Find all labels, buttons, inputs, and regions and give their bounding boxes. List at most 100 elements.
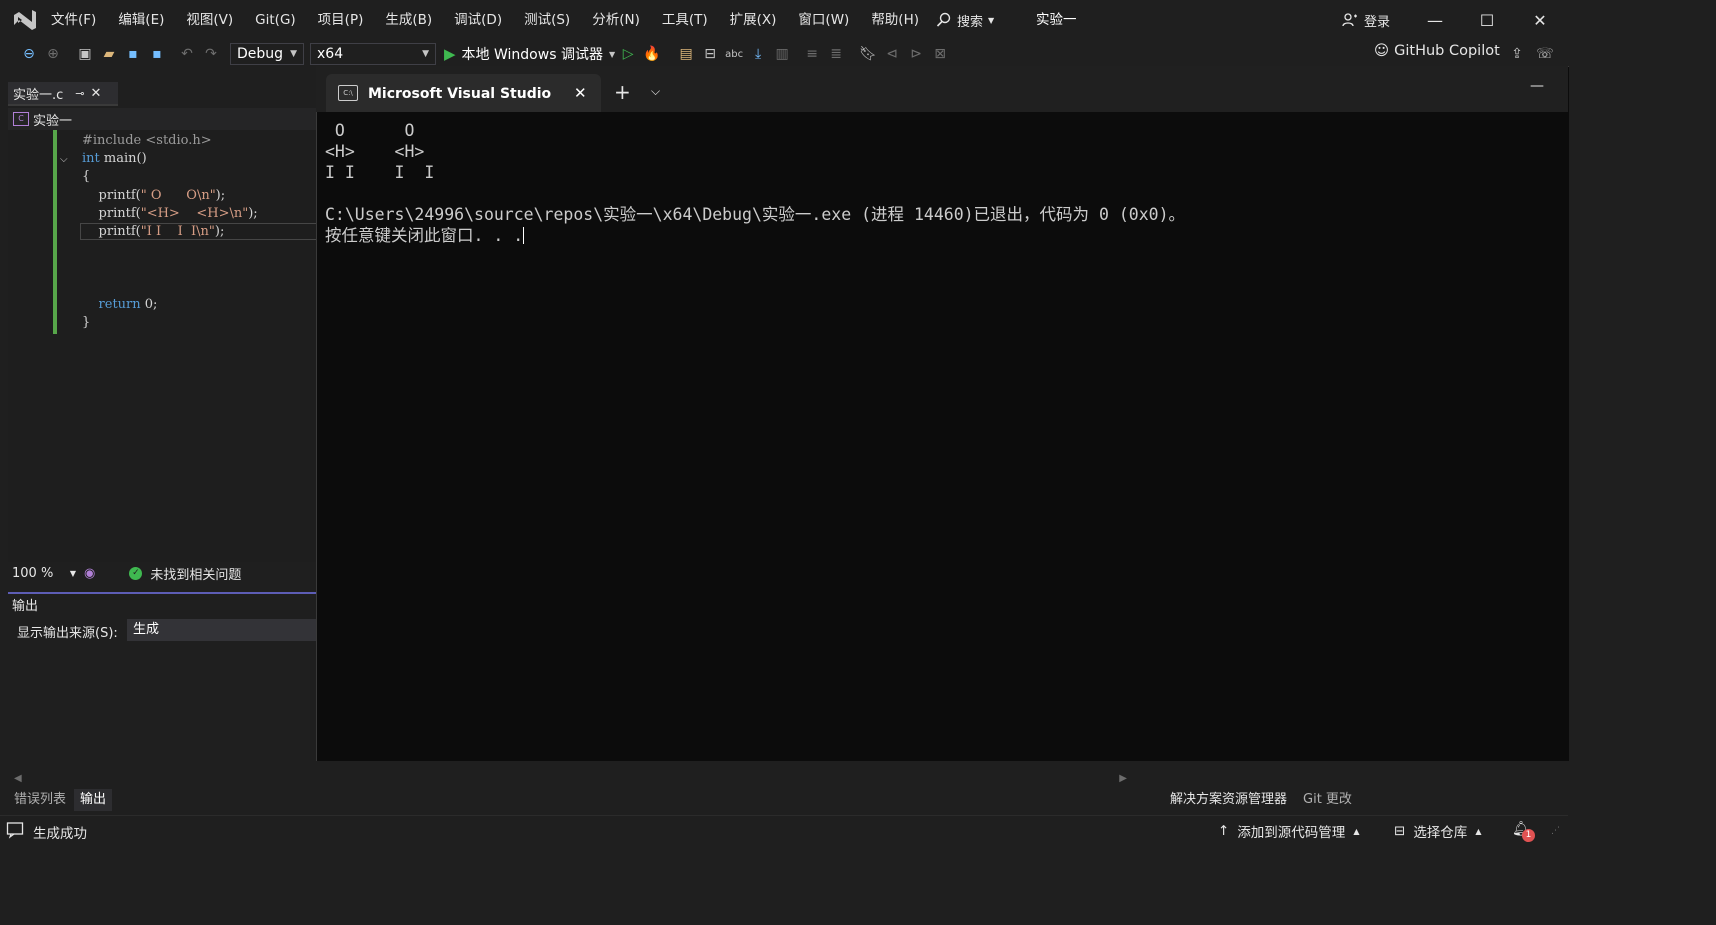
code-line-10: 0; xyxy=(140,296,158,312)
notifications-button[interactable]: 🔔︎ 1 xyxy=(1512,821,1536,842)
text-cursor xyxy=(523,227,525,244)
bookmark-icon[interactable]: 🔖︎ xyxy=(857,43,879,65)
start-without-debugging-icon[interactable]: ▷ xyxy=(617,43,639,65)
output-source-label: 显示输出来源(S): xyxy=(17,626,118,641)
configuration-select[interactable]: Debug ▼ xyxy=(230,43,304,65)
platform-select[interactable]: x64 ▼ xyxy=(310,43,436,65)
chevron-down-icon: ▼ xyxy=(988,15,995,25)
repository-label: 选择仓库 xyxy=(1413,825,1468,841)
menu-extensions[interactable]: 扩展(X) xyxy=(719,0,788,40)
output-horizontal-scrollbar[interactable]: ◀ ▶ xyxy=(8,770,1133,786)
menu-file[interactable]: 文件(F) xyxy=(40,0,107,40)
code-end: ); xyxy=(248,205,258,221)
tab-solution-explorer[interactable]: 解决方案资源管理器 xyxy=(1164,789,1293,811)
output-window-icon[interactable] xyxy=(6,821,24,839)
console-minimize-button[interactable]: — xyxy=(1530,78,1544,94)
scroll-right-icon[interactable]: ▶ xyxy=(1119,773,1127,784)
chevron-down-icon: ▼ xyxy=(290,49,297,59)
prev-bookmark-icon[interactable]: ⊲ xyxy=(881,43,903,65)
share-icon[interactable]: ⇪ xyxy=(1506,43,1528,65)
save-icon[interactable]: ▪ xyxy=(122,43,144,65)
issues-status[interactable]: 未找到相关问题 xyxy=(150,564,241,583)
fold-icon[interactable]: ⌵ xyxy=(60,154,68,165)
editor-navigation-bar[interactable]: C 实验一 xyxy=(8,108,321,130)
redo-icon[interactable]: ↷ xyxy=(200,43,222,65)
indent-icon[interactable]: ≡ xyxy=(801,43,823,65)
menu-tools[interactable]: 工具(T) xyxy=(651,0,719,40)
close-icon: ✕ xyxy=(1533,10,1547,30)
code-editor[interactable]: ⌵ #include <stdio.h> int main() { printf… xyxy=(8,130,316,562)
code-keyword: return xyxy=(98,296,141,312)
close-icon[interactable]: ✕ xyxy=(574,84,587,102)
tab-error-list[interactable]: 错误列表 xyxy=(8,789,72,811)
chevron-up-icon: ▲ xyxy=(1353,826,1360,836)
menu-git[interactable]: Git(G) xyxy=(244,0,307,40)
code-string: " O O\n" xyxy=(140,187,216,203)
undo-icon[interactable]: ↶ xyxy=(176,43,198,65)
feedback-icon[interactable]: ☏ xyxy=(1534,43,1556,65)
document-tab[interactable]: 实验一.c ⊸ ✕ xyxy=(8,82,118,106)
maximize-button[interactable]: ☐ xyxy=(1461,0,1513,40)
search-icon xyxy=(936,12,952,28)
menu-test[interactable]: 测试(S) xyxy=(513,0,581,40)
minimize-button[interactable]: — xyxy=(1409,0,1461,40)
tab-output[interactable]: 输出 xyxy=(74,789,113,811)
start-debugging-button[interactable]: ▶ 本地 Windows 调试器 ▼ xyxy=(444,44,615,64)
tab-git-changes[interactable]: Git 更改 xyxy=(1297,789,1358,811)
menu-help[interactable]: 帮助(H) xyxy=(860,0,930,40)
close-button[interactable]: ✕ xyxy=(1514,0,1566,40)
select-repository-button[interactable]: ⊟ 选择仓库 ▲ xyxy=(1394,821,1481,841)
minimize-icon: — xyxy=(1427,10,1443,30)
search-button[interactable]: 搜索 ▼ xyxy=(936,8,994,32)
chevron-up-icon: ▲ xyxy=(1475,826,1482,836)
menu-view[interactable]: 视图(V) xyxy=(175,0,244,40)
hot-reload-icon[interactable]: 🔥 xyxy=(641,43,663,65)
copilot-icon[interactable]: ◉ xyxy=(84,566,95,581)
breakpoint-icon[interactable]: ▥ xyxy=(771,43,793,65)
console-tab[interactable]: C:\ Microsoft Visual Studio 调试控制台 ✕ xyxy=(326,74,601,112)
title-bar: 文件(F) 编辑(E) 视图(V) Git(G) 项目(P) 生成(B) 调试(… xyxy=(0,0,1568,40)
step-icon[interactable]: ⤓ xyxy=(747,43,769,65)
tab-dropdown-button[interactable]: ⌵ xyxy=(651,84,660,99)
next-bookmark-icon[interactable]: ⊳ xyxy=(905,43,927,65)
navigate-forward-icon[interactable]: ⊕ xyxy=(42,43,64,65)
spell-check-icon[interactable]: abc xyxy=(723,43,745,65)
menu-analyze[interactable]: 分析(N) xyxy=(581,0,651,40)
pin-icon[interactable]: ⊸ xyxy=(75,87,84,100)
change-indicator xyxy=(53,130,57,334)
save-all-icon[interactable]: ▪ xyxy=(146,43,168,65)
minimize-icon: — xyxy=(1530,78,1544,94)
folder-icon[interactable]: ▤ xyxy=(675,43,697,65)
code-line-1: #include <stdio.h> xyxy=(82,133,212,148)
resize-grip-icon[interactable]: ⋰ xyxy=(1551,826,1560,836)
check-circle-icon: ✓ xyxy=(129,566,143,580)
menu-build[interactable]: 生成(B) xyxy=(374,0,443,40)
project-icon: C xyxy=(13,112,29,126)
menu-bar: 文件(F) 编辑(E) 视图(V) Git(G) 项目(P) 生成(B) 调试(… xyxy=(40,0,930,40)
menu-debug[interactable]: 调试(D) xyxy=(443,0,513,40)
copilot-button[interactable]: ☺ GitHub Copilot xyxy=(1374,43,1500,59)
menu-window[interactable]: 窗口(W) xyxy=(787,0,860,40)
zoom-select[interactable]: 100 % ▼ xyxy=(12,566,76,581)
new-project-icon[interactable]: ▣ xyxy=(74,43,96,65)
console-line: 按任意键关闭此窗口. . . xyxy=(325,226,524,245)
build-status: 生成成功 xyxy=(33,826,87,842)
console-tab-title: Microsoft Visual Studio 调试控制台 xyxy=(368,86,556,102)
zoom-value: 100 % xyxy=(12,565,54,581)
menu-edit[interactable]: 编辑(E) xyxy=(107,0,175,40)
scroll-left-icon[interactable]: ◀ xyxy=(14,773,22,784)
login-button[interactable]: 登录 xyxy=(1342,8,1390,32)
close-icon[interactable]: ✕ xyxy=(91,86,102,101)
add-to-source-control-button[interactable]: ↑ 添加到源代码管理 ▲ xyxy=(1218,821,1359,841)
open-file-icon[interactable]: ▰ xyxy=(98,43,120,65)
new-tab-button[interactable]: + xyxy=(614,80,631,104)
code-string: "<H> <H>\n" xyxy=(140,205,249,221)
layout-icon[interactable]: ⊟ xyxy=(699,43,721,65)
output-source-select[interactable]: 生成 xyxy=(127,619,316,641)
arrow-up-icon: ↑ xyxy=(1218,823,1230,839)
menu-project[interactable]: 项目(P) xyxy=(307,0,375,40)
clear-bookmarks-icon[interactable]: ⊠ xyxy=(929,43,951,65)
source-control-label: 添加到源代码管理 xyxy=(1237,825,1346,841)
outdent-icon[interactable]: ≣ xyxy=(825,43,847,65)
navigate-back-icon[interactable]: ⊖ xyxy=(18,43,40,65)
